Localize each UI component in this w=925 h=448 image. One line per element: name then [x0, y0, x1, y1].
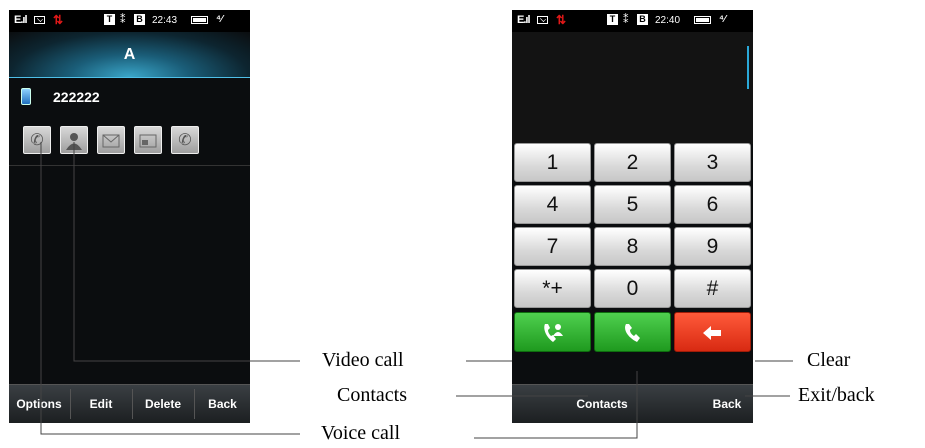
voice-call-leader-left: [40, 142, 300, 435]
contacts-label: Contacts: [337, 384, 407, 406]
annotation-lines: [40, 142, 793, 439]
video-call-leader-left: [73, 142, 300, 362]
video-call-label: Video call: [322, 349, 404, 371]
voice-call-label: Voice call: [321, 422, 401, 444]
clear-label: Clear: [807, 349, 851, 371]
voice-call-leader-right: [474, 371, 638, 439]
exit-back-label: Exit/back: [798, 384, 875, 406]
